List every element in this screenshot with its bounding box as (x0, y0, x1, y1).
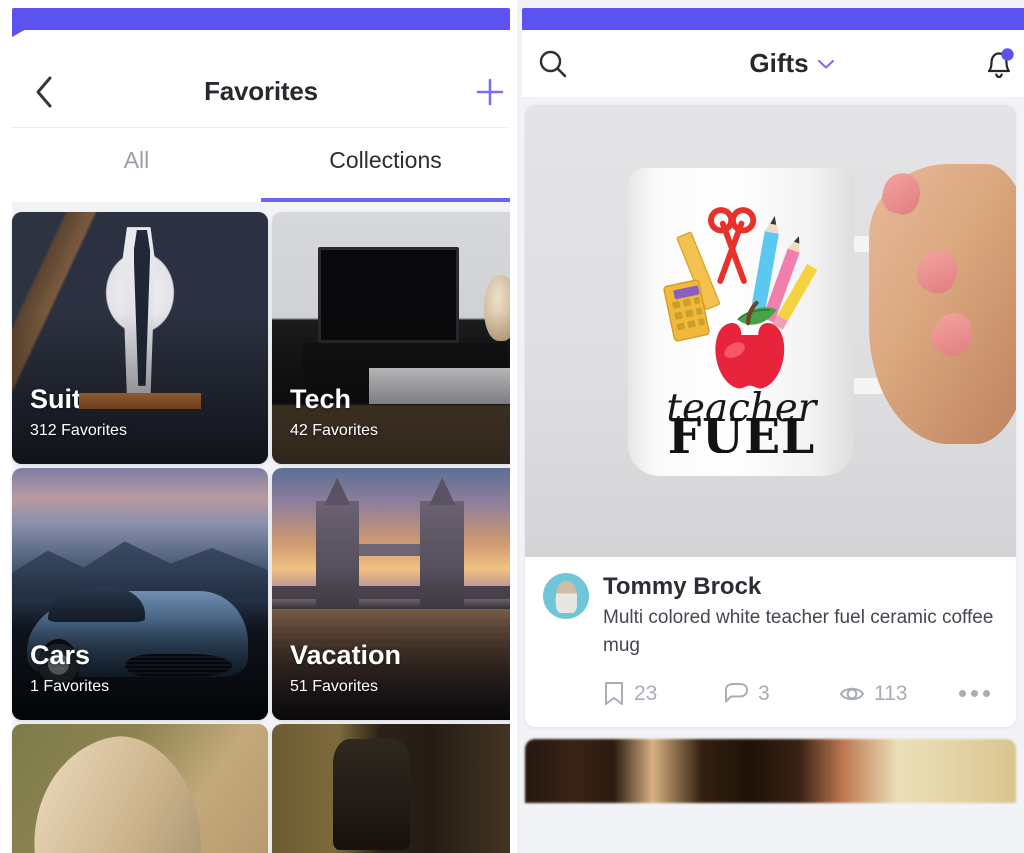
decor-belt (78, 393, 202, 409)
collection-count: 312 Favorites (30, 422, 127, 439)
collection-caption: Cars 1 Favorites (30, 641, 109, 696)
collection-card-owl[interactable] (12, 724, 268, 853)
more-horizontal-icon (983, 690, 990, 698)
comment-icon (725, 682, 748, 703)
collection-photo (12, 724, 268, 853)
post-description: Multi colored white teacher fuel ceramic… (603, 606, 994, 657)
eye-icon (840, 687, 864, 700)
decor-dark-object (333, 739, 411, 850)
left-navbar: Favorites (12, 56, 510, 128)
chevron-down-icon (817, 59, 834, 69)
collection-card-tech[interactable]: Tech 42 Favorites (272, 212, 510, 464)
collections-row: Cars 1 Favorites Vacation 51 Favorites (12, 468, 510, 720)
post-text-block: Tommy Brock Multi colored white teacher … (603, 573, 998, 661)
search-icon (539, 50, 567, 77)
dual-phone-screenshot: Favorites All Collections Suits 312 Favo… (0, 0, 1024, 853)
tab-all-label: All (123, 146, 150, 173)
collection-count: 1 Favorites (30, 678, 110, 695)
collection-card-vacation[interactable]: Vacation 51 Favorites (272, 468, 510, 720)
collection-card-cars[interactable]: Cars 1 Favorites (12, 468, 268, 720)
next-feed-post-preview[interactable] (525, 738, 1016, 803)
feed-post: teacher FUEL Tommy Brock Multi colored w… (525, 105, 1016, 727)
collection-title: Vacation (290, 640, 402, 671)
feed-category-selector[interactable]: Gifts (632, 48, 952, 79)
collection-count: 51 Favorites (290, 678, 379, 695)
more-horizontal-icon (971, 690, 978, 698)
feed-title: Gifts (749, 48, 809, 78)
mug-artwork: teacher FUEL (663, 207, 818, 453)
status-bar-right (522, 8, 1024, 37)
tab-collections[interactable]: Collections (261, 128, 510, 202)
post-header: Tommy Brock Multi colored white teacher … (543, 573, 998, 661)
right-phone-panel: Gifts teacher FUEL Tommy Brock Multi col… (517, 0, 1024, 853)
collection-title: Tech (290, 384, 352, 415)
add-collection-button[interactable] (470, 72, 510, 112)
collections-grid: Suits 312 Favorites Tech 42 Favorites Ca… (12, 202, 510, 853)
decor-owl-wing (12, 724, 224, 853)
plus-icon (476, 78, 504, 105)
bookmark-icon (605, 681, 623, 705)
comment-count: 3 (758, 681, 770, 705)
comment-stat[interactable]: 3 (724, 682, 839, 706)
bell-icon (987, 47, 1014, 78)
collections-row (12, 724, 510, 853)
right-navbar: Gifts (522, 30, 1024, 97)
tab-collections-label: Collections (329, 146, 442, 173)
notifications-button[interactable] (977, 42, 1021, 86)
post-image[interactable]: teacher FUEL (525, 105, 1016, 557)
gifts-feed: teacher FUEL Tommy Brock Multi colored w… (517, 97, 1024, 853)
views-stat[interactable]: 113 (839, 682, 959, 706)
page-title: Favorites (204, 76, 318, 106)
collection-card-jugs[interactable] (272, 724, 510, 853)
notification-dot (1001, 47, 1014, 61)
collection-caption: Vacation 51 Favorites (290, 641, 401, 696)
tab-all[interactable]: All (12, 128, 261, 202)
views-count: 113 (874, 681, 908, 705)
collections-row: Suits 312 Favorites Tech 42 Favorites (12, 212, 510, 464)
svg-text:FUEL: FUEL (667, 410, 814, 453)
collection-count: 42 Favorites (290, 422, 379, 439)
collection-title: Cars (30, 640, 91, 671)
collection-card-suits[interactable]: Suits 312 Favorites (12, 212, 268, 464)
collection-caption: Tech 42 Favorites (290, 385, 378, 440)
collection-photo (272, 724, 510, 853)
bookmark-count: 23 (634, 681, 658, 705)
favorites-tabbar: All Collections (12, 128, 510, 202)
post-body: Tommy Brock Multi colored white teacher … (525, 557, 1016, 727)
left-phone-panel: Favorites All Collections Suits 312 Favo… (0, 0, 510, 853)
more-horizontal-icon (959, 690, 966, 698)
search-button[interactable] (530, 41, 576, 87)
avatar[interactable] (543, 573, 589, 619)
status-bar-left (12, 8, 510, 37)
post-stats: 23 3 113 (603, 681, 998, 721)
bookmark-stat[interactable]: 23 (603, 681, 724, 707)
more-options-button[interactable] (959, 690, 990, 698)
post-author: Tommy Brock (603, 573, 762, 600)
